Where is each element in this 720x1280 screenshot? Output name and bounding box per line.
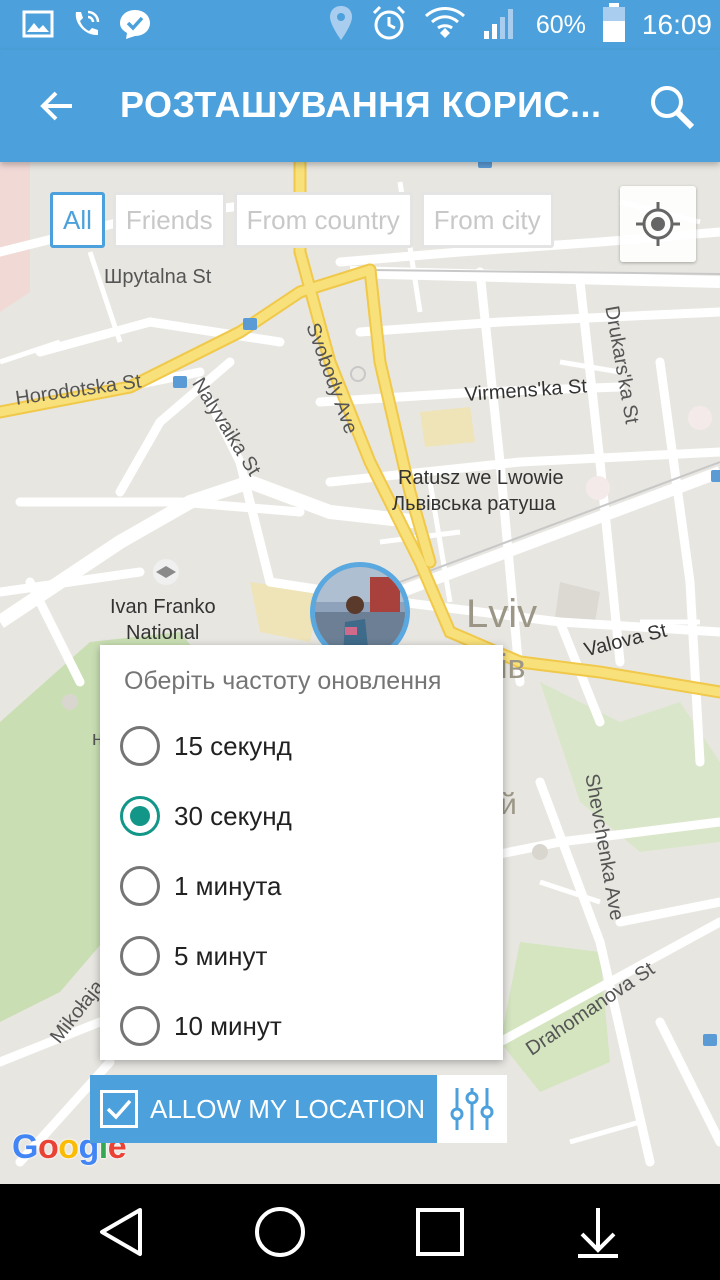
allow-location-checkbox[interactable] bbox=[100, 1090, 138, 1128]
allow-location-toggle[interactable]: ALLOW MY LOCATION bbox=[90, 1075, 437, 1143]
filter-all[interactable]: All bbox=[50, 192, 105, 248]
place-label: Ratusz we Lwowie bbox=[398, 467, 564, 489]
radio-button[interactable] bbox=[120, 1006, 160, 1046]
battery-percent: 60% bbox=[535, 10, 586, 39]
equalizer-icon bbox=[450, 1088, 494, 1130]
avatar-photo bbox=[315, 567, 405, 657]
radio-button[interactable] bbox=[120, 726, 160, 766]
square-recents-icon bbox=[416, 1208, 464, 1256]
nav-recents-button[interactable] bbox=[410, 1202, 470, 1262]
place-label: Ivan Franko bbox=[110, 596, 216, 618]
place-label: Львівська ратуша bbox=[392, 493, 556, 515]
search-icon bbox=[651, 86, 695, 130]
radio-button-selected[interactable] bbox=[120, 796, 160, 836]
radio-button[interactable] bbox=[120, 936, 160, 976]
filter-settings-button[interactable] bbox=[437, 1075, 507, 1143]
option-label: 30 секунд bbox=[174, 800, 292, 831]
page-title: РОЗТАШУВАННЯ КОРИС... bbox=[120, 84, 602, 125]
option-15-seconds[interactable]: 15 секунд bbox=[120, 718, 490, 774]
filter-from-city[interactable]: From city bbox=[420, 192, 554, 248]
arrow-down-icon bbox=[578, 1208, 618, 1258]
option-1-minute[interactable]: 1 минута bbox=[120, 858, 490, 914]
place-label: National bbox=[126, 622, 200, 644]
nav-notifications-button[interactable] bbox=[568, 1202, 628, 1262]
triangle-back-icon bbox=[100, 1208, 142, 1256]
check-icon bbox=[106, 1099, 132, 1120]
crosshair-icon bbox=[636, 202, 680, 246]
alarm-icon bbox=[370, 4, 408, 47]
street-label: Шpytalna St bbox=[104, 266, 212, 288]
option-label: 1 минута bbox=[174, 870, 282, 901]
nav-home-button[interactable] bbox=[250, 1202, 310, 1262]
back-button[interactable] bbox=[28, 76, 88, 136]
location-icon bbox=[328, 4, 354, 47]
arrow-back-icon bbox=[40, 91, 72, 121]
app-bar: РОЗТАШУВАННЯ КОРИС... bbox=[0, 50, 720, 162]
option-10-minutes[interactable]: 10 минут bbox=[120, 998, 490, 1054]
nav-back-button[interactable] bbox=[92, 1202, 152, 1262]
wifi-call-icon bbox=[70, 8, 102, 45]
clock: 16:09 bbox=[641, 9, 712, 40]
option-30-seconds[interactable]: 30 секунд bbox=[120, 788, 490, 844]
circle-home-icon bbox=[255, 1207, 305, 1257]
option-5-minutes[interactable]: 5 минут bbox=[120, 928, 490, 984]
filter-chips: All Friends From country From city bbox=[50, 192, 554, 248]
image-icon bbox=[22, 10, 54, 43]
wifi-icon bbox=[424, 6, 466, 45]
city-label: ів bbox=[500, 648, 526, 686]
my-location-button[interactable] bbox=[620, 186, 696, 262]
filter-friends[interactable]: Friends bbox=[112, 192, 226, 248]
allow-location-label: ALLOW MY LOCATION bbox=[150, 1093, 425, 1124]
filter-from-country[interactable]: From country bbox=[233, 192, 413, 248]
city-label: Lviv bbox=[466, 592, 538, 636]
search-button[interactable] bbox=[642, 78, 702, 138]
system-nav-bar bbox=[0, 1184, 720, 1280]
messenger-icon bbox=[118, 8, 152, 45]
battery-icon bbox=[602, 2, 626, 48]
option-label: 5 минут bbox=[174, 940, 268, 971]
option-label: 10 минут bbox=[174, 1010, 282, 1041]
radio-button[interactable] bbox=[120, 866, 160, 906]
option-label: 15 секунд bbox=[174, 730, 292, 761]
status-bar: 60% 16:09 bbox=[0, 0, 720, 50]
dialog-title: Оберіть частоту оновлення bbox=[124, 667, 442, 695]
update-frequency-dialog: Оберіть частоту оновлення 15 секунд 30 с… bbox=[100, 645, 503, 1060]
signal-icon bbox=[482, 5, 520, 46]
